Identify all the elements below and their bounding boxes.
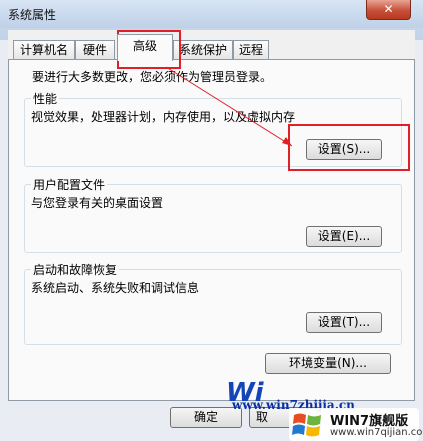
tab-system-protection[interactable]: 系统保护 [173,40,233,60]
admin-note: 要进行大多数更改，您必须作为管理员登录。 [32,70,273,84]
brand-url: www.win7qijian.com [330,427,423,438]
tab-computer-name[interactable]: 计算机名 [13,40,75,60]
advanced-panel: 要进行大多数更改，您必须作为管理员登录。 性能 视觉效果，处理器计划，内存使用，… [8,59,415,401]
startup-recovery-title: 启动和故障恢复 [31,261,120,278]
user-profiles-settings-button[interactable]: 设置(E)... [306,226,382,247]
windows-flag-icon [292,413,321,437]
window-title: 系统属性 [8,8,57,22]
tab-hardware[interactable]: 硬件 [75,40,115,60]
environment-variables-button[interactable]: 环境变量(N)... [265,353,391,374]
user-profiles-title: 用户配置文件 [31,176,108,193]
startup-recovery-settings-button[interactable]: 设置(T)... [306,312,382,333]
tab-advanced[interactable]: 高级 [117,34,173,61]
startup-recovery-desc: 系统启动、系统失败和调试信息 [31,281,200,295]
close-button[interactable]: ✕ [366,0,411,20]
performance-settings-highlight [288,124,410,171]
tab-remote[interactable]: 远程 [233,40,269,60]
system-properties-window: 系统属性 ✕ 计算机名 硬件 高级 系统保护 远程 要进行大多数更改，您必须作为… [0,0,423,441]
title-bar[interactable]: 系统属性 [0,0,423,28]
brand-badge: WIN7旗舰版 www.win7qijian.com [289,408,423,441]
performance-title: 性能 [31,90,60,107]
user-profiles-desc: 与您登录有关的桌面设置 [31,196,164,210]
performance-desc: 视觉效果，处理器计划，内存使用，以及虚拟内存 [31,110,296,124]
